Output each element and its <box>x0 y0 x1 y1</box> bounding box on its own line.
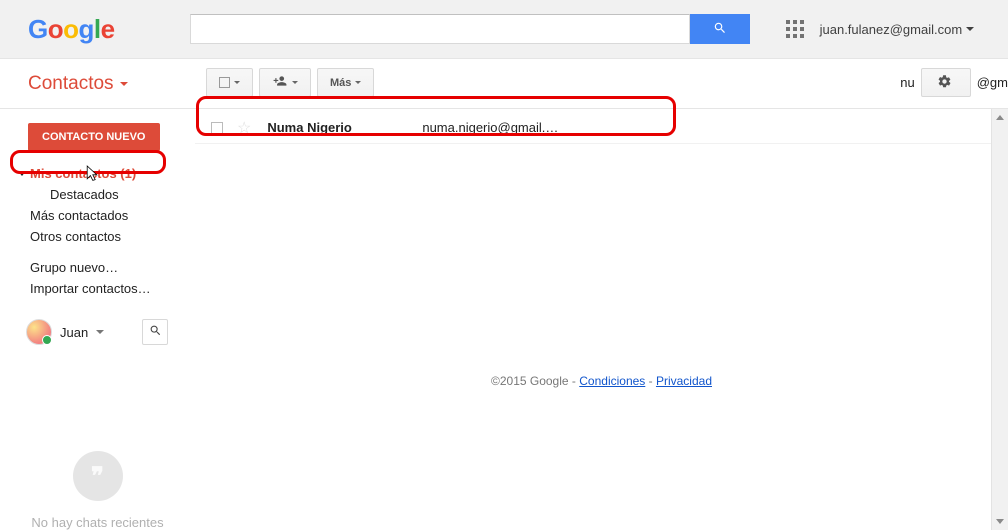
user-name: Juan <box>60 325 88 340</box>
toolbar: Más <box>206 68 374 97</box>
truncated-text-left: nu <box>900 75 914 90</box>
footer-privacy-link[interactable]: Privacidad <box>656 374 712 388</box>
sidebar: CONTACTO NUEVO Mis contactos (1) Destaca… <box>0 109 195 530</box>
truncated-text-right: @gm <box>977 75 1008 90</box>
more-label: Más <box>330 77 351 89</box>
avatar[interactable] <box>26 319 52 345</box>
app-title-dropdown[interactable]: Contactos <box>28 73 128 95</box>
more-button[interactable]: Más <box>317 68 374 97</box>
nav-list-secondary: Grupo nuevo… Importar contactos… <box>0 257 195 299</box>
account-email-text: juan.fulanez@gmail.com <box>820 22 963 37</box>
sidebar-item-label: Importar contactos… <box>30 281 151 296</box>
google-logo[interactable]: Google <box>28 14 115 45</box>
chevron-up-icon <box>996 115 1004 120</box>
user-panel: Juan <box>26 319 195 345</box>
sub-bar: Contactos Más nu @gm <box>0 59 1008 109</box>
account-menu[interactable]: juan.fulanez@gmail.com <box>820 22 975 37</box>
sidebar-item-starred[interactable]: Destacados <box>0 184 195 205</box>
checkbox[interactable] <box>211 122 223 134</box>
sidebar-item-my-contacts[interactable]: Mis contactos (1) <box>0 163 195 184</box>
body: CONTACTO NUEVO Mis contactos (1) Destaca… <box>0 109 1008 530</box>
nav-list: Mis contactos (1) Destacados Más contact… <box>0 163 195 247</box>
search-icon <box>149 324 162 340</box>
sidebar-item-most-contacted[interactable]: Más contactados <box>0 205 195 226</box>
checkbox-icon <box>219 77 230 88</box>
settings-button[interactable] <box>921 68 971 97</box>
search-icon <box>713 21 727 38</box>
top-header: Google juan.fulanez@gmail.com <box>0 0 1008 59</box>
search-wrap <box>190 14 750 44</box>
new-contact-button[interactable]: CONTACTO NUEVO <box>28 123 160 151</box>
hangouts-icon: ❞ <box>73 451 123 501</box>
chevron-down-icon <box>355 81 361 84</box>
search-input[interactable] <box>190 14 690 44</box>
footer-copyright: ©2015 Google <box>491 374 569 388</box>
hangouts-panel: ❞ No hay chats recientes <box>0 451 195 530</box>
collapse-icon <box>18 171 26 176</box>
gear-icon <box>937 74 952 92</box>
contact-name: Numa Nigerio <box>267 120 422 135</box>
search-button[interactable] <box>690 14 750 44</box>
sidebar-item-label: Otros contactos <box>30 229 121 244</box>
select-all-button[interactable] <box>206 68 253 97</box>
chevron-down-icon <box>120 82 128 86</box>
scrollbar[interactable] <box>991 109 1008 530</box>
contact-email: numa.nigerio@gmail.… <box>422 120 558 135</box>
scroll-down-button[interactable] <box>992 513 1008 530</box>
main-content: ☆ Numa Nigerio numa.nigerio@gmail.… ©201… <box>195 109 1008 530</box>
apps-icon[interactable] <box>786 20 804 38</box>
hangouts-text: No hay chats recientes <box>0 515 195 530</box>
sidebar-item-other-contacts[interactable]: Otros contactos <box>0 226 195 247</box>
right-info: nu @gm <box>900 68 1008 97</box>
footer-terms-link[interactable]: Condiciones <box>579 374 645 388</box>
chevron-down-icon <box>292 81 298 84</box>
add-to-contacts-button[interactable] <box>259 68 311 97</box>
app-title-text: Contactos <box>28 73 114 95</box>
sidebar-item-import[interactable]: Importar contactos… <box>0 278 195 299</box>
star-icon[interactable]: ☆ <box>237 118 251 138</box>
sidebar-item-label: Mis contactos (1) <box>30 166 136 181</box>
chevron-down-icon <box>996 519 1004 524</box>
footer-sep: - <box>569 374 580 388</box>
scroll-up-button[interactable] <box>992 109 1008 126</box>
chevron-down-icon[interactable] <box>96 330 104 334</box>
contact-row[interactable]: ☆ Numa Nigerio numa.nigerio@gmail.… <box>195 112 1008 144</box>
sidebar-item-label: Grupo nuevo… <box>30 260 118 275</box>
sidebar-item-label: Destacados <box>50 187 119 202</box>
footer: ©2015 Google - Condiciones - Privacidad <box>195 374 1008 388</box>
chevron-down-icon <box>234 81 240 84</box>
person-add-icon <box>272 74 288 91</box>
user-search-button[interactable] <box>142 319 168 345</box>
sidebar-item-label: Más contactados <box>30 208 128 223</box>
chevron-down-icon <box>966 27 974 31</box>
sidebar-item-new-group[interactable]: Grupo nuevo… <box>0 257 195 278</box>
footer-sep: - <box>645 374 656 388</box>
